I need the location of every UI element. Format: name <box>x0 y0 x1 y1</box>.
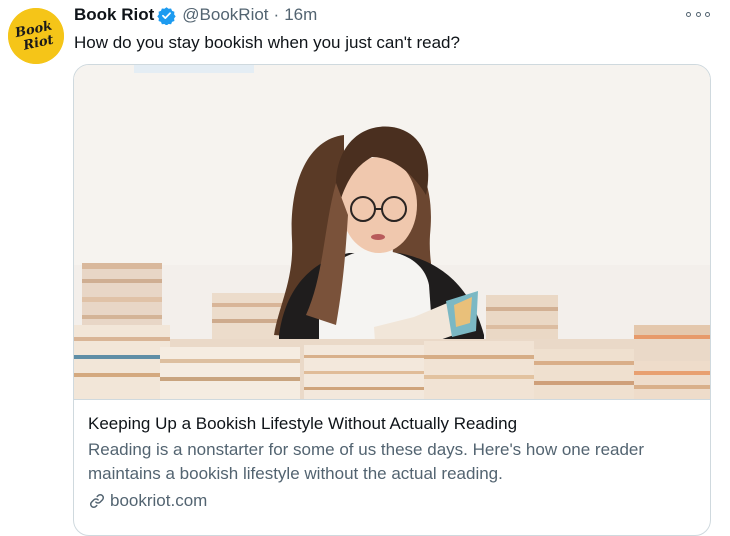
link-preview-card[interactable]: Keeping Up a Bookish Lifestyle Without A… <box>73 64 711 536</box>
card-image[interactable] <box>74 65 710 399</box>
link-icon <box>88 492 106 510</box>
more-options-icon[interactable] <box>686 6 710 22</box>
card-domain-link[interactable]: bookriot.com <box>88 491 207 511</box>
tweet-timestamp[interactable]: 16m <box>284 5 317 25</box>
display-name[interactable]: Book Riot <box>74 5 154 25</box>
card-title[interactable]: Keeping Up a Bookish Lifestyle Without A… <box>88 414 517 434</box>
book-riot-logo: Book Riot <box>8 8 64 64</box>
woman-reading-photo <box>74 65 710 399</box>
user-handle[interactable]: @BookRiot <box>182 5 268 25</box>
verified-badge-icon <box>157 6 176 26</box>
separator-dot: · <box>273 5 280 24</box>
card-info[interactable]: Keeping Up a Bookish Lifestyle Without A… <box>74 399 710 535</box>
avatar[interactable]: Book Riot <box>8 8 64 64</box>
tweet-header: Book Riot @BookRiot · 16m <box>74 4 317 26</box>
card-domain: bookriot.com <box>110 491 208 510</box>
card-description: Reading is a nonstarter for some of us t… <box>88 440 645 483</box>
tweet-text: How do you stay bookish when you just ca… <box>74 33 460 52</box>
